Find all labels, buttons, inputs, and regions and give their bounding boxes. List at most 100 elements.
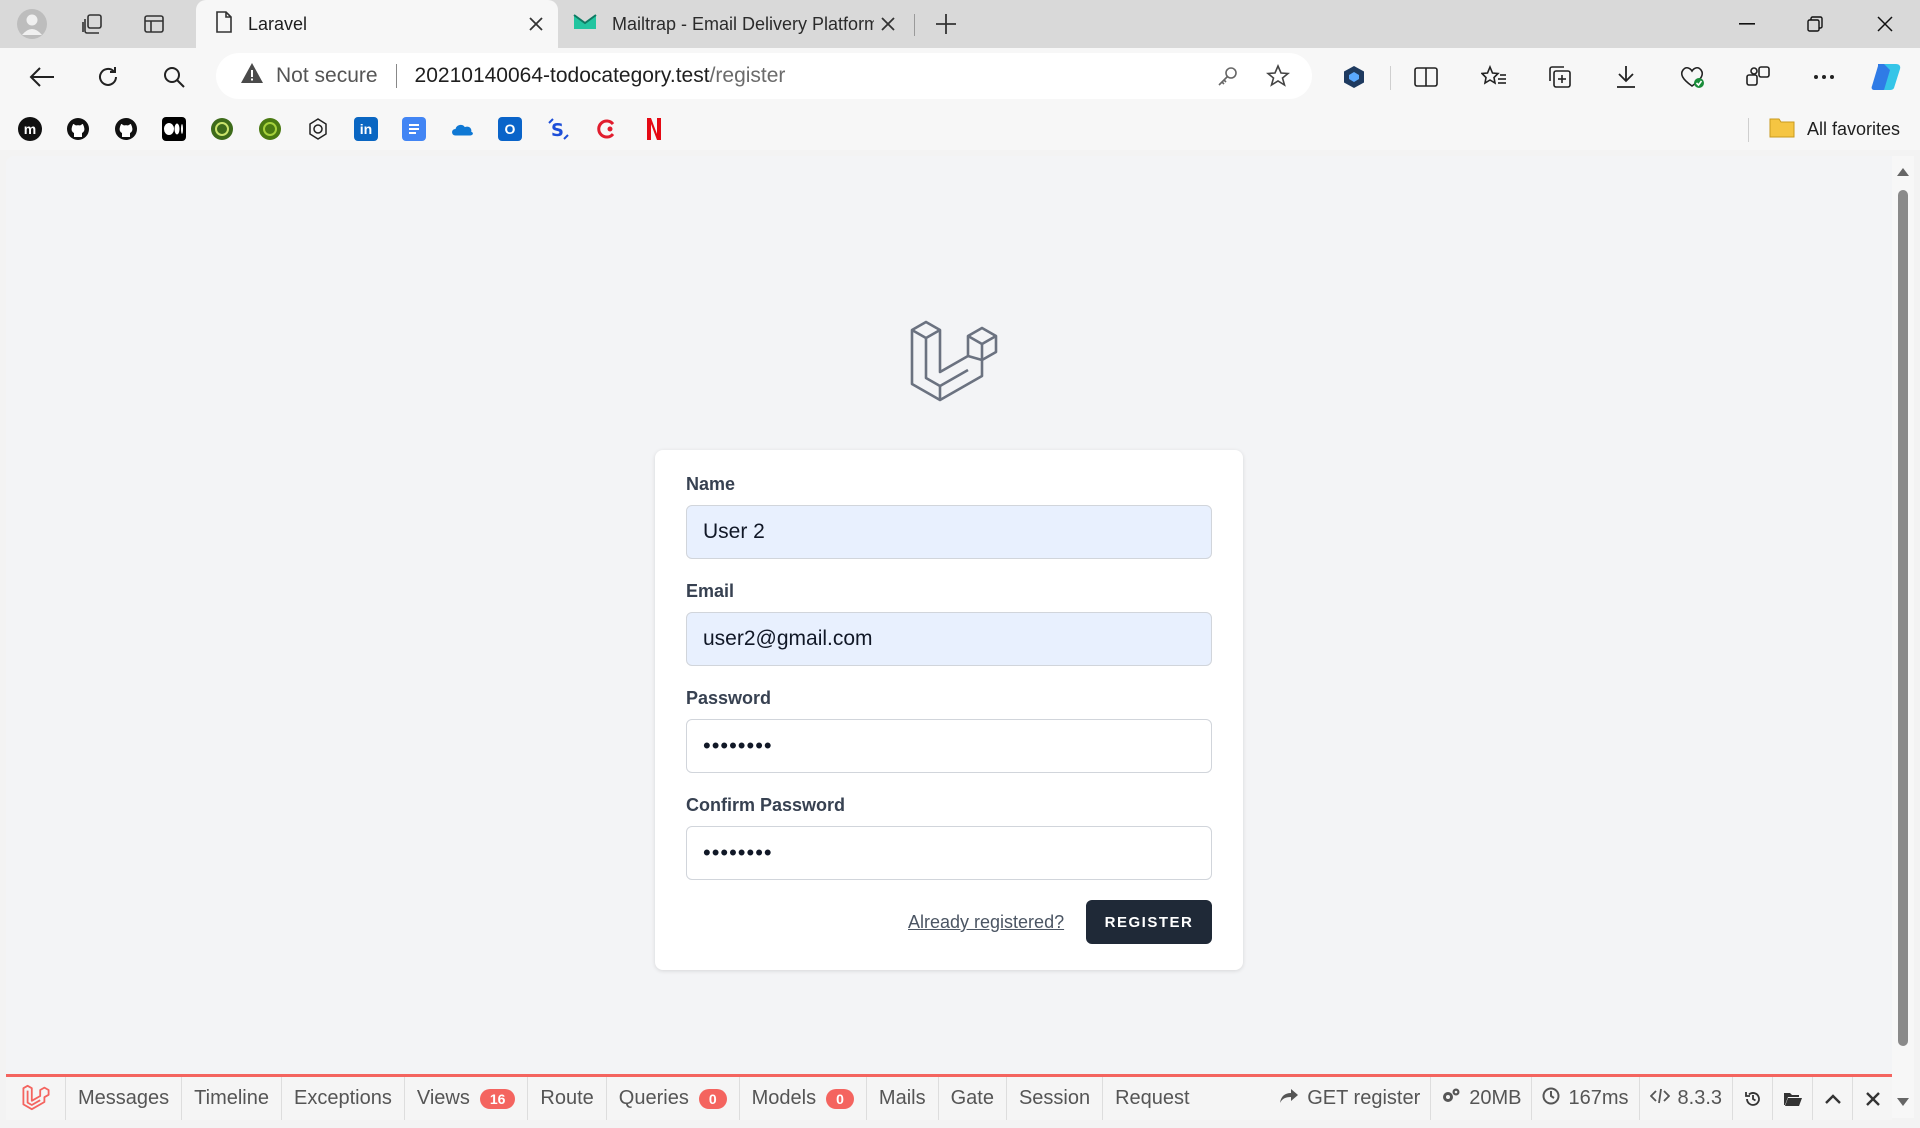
debugbar-tab-label: Request [1115,1087,1190,1109]
all-favorites-button[interactable]: All favorites [1747,116,1900,143]
debugbar-tab-label: Route [540,1087,594,1109]
chatgpt-icon[interactable] [306,117,330,141]
medium-icon[interactable]: m [18,117,42,141]
code-icon [1649,1087,1670,1110]
favorites-bar: m in O S All favorites [0,106,1920,150]
tab-laravel[interactable]: Laravel [196,0,558,48]
password-field[interactable] [686,719,1212,773]
scroll-down-arrow-icon[interactable] [1897,1098,1909,1106]
page-scrollbar[interactable] [1892,156,1914,1118]
address-divider [395,64,397,88]
browser-essentials-icon[interactable] [1674,59,1710,95]
security-label: Not secure [276,64,378,87]
email-field[interactable] [686,612,1212,666]
register-card: Name Email Password Confirm Password Alr… [655,450,1243,970]
svg-text:S: S [551,120,564,141]
restore-icon[interactable] [1782,0,1848,48]
vertical-tabs-icon[interactable] [136,6,172,42]
back-arrow-icon[interactable] [24,59,60,95]
download-icon[interactable] [1608,59,1644,95]
count-badge: 0 [698,1088,727,1109]
scroll-up-arrow-icon[interactable] [1897,168,1909,176]
register-button[interactable]: REGISTER [1086,900,1212,944]
extensions-puzzle-icon[interactable] [1740,59,1776,95]
tab-mailtrap[interactable]: Mailtrap - Email Delivery Platform [562,0,910,48]
debugbar-tab-queries[interactable]: Queries 0 [607,1077,740,1120]
debugbar-tab-mails[interactable]: Mails [867,1077,939,1120]
toolbar-separator [1390,66,1391,90]
tab-title: Mailtrap - Email Delivery Platform [612,13,874,34]
favorite-star-icon[interactable] [1260,58,1296,94]
folder-icon [1769,116,1795,143]
github-icon[interactable] [114,117,138,141]
address-bar[interactable]: Not secure 20210140064-todocategory.test… [216,53,1312,99]
collections-icon[interactable] [1542,59,1578,95]
favorites-separator [1747,117,1749,142]
already-registered-link[interactable]: Already registered? [908,912,1064,933]
debugbar-tab-label: Models [751,1087,817,1109]
debugbar-tab-exceptions[interactable]: Exceptions [282,1077,405,1120]
debugbar-tab-label: Timeline [194,1087,269,1109]
request-label: GET register [1307,1087,1421,1109]
c-icon[interactable] [594,117,618,141]
workspaces-icon[interactable] [74,6,110,42]
debugbar-tab-models[interactable]: Models 0 [740,1077,867,1120]
debugbar-tab-timeline[interactable]: Timeline [182,1077,282,1120]
outlook-icon[interactable]: O [498,117,522,141]
search-icon[interactable] [156,59,192,95]
close-window-icon[interactable] [1852,0,1918,48]
copilot-icon[interactable] [1868,59,1904,95]
close-tab-icon[interactable] [874,10,902,38]
warning-icon[interactable] [240,62,264,90]
debugbar-tab-request[interactable]: Request [1103,1077,1202,1120]
github-icon[interactable] [66,117,90,141]
s-icon[interactable]: S [546,117,570,141]
debugbar-memory: 20MB [1430,1077,1531,1120]
debugbar-time[interactable]: 167ms [1531,1077,1638,1120]
linkedin-icon[interactable]: in [354,117,378,141]
circle-icon[interactable] [258,117,282,141]
close-tab-icon[interactable] [522,10,550,38]
debugbar-tab-views[interactable]: Views 16 [405,1077,529,1120]
debugbar-tab-route[interactable]: Route [528,1077,607,1120]
name-field[interactable] [686,505,1212,559]
docs-icon[interactable] [402,117,426,141]
confirm-password-field[interactable] [686,826,1212,880]
chevron-up-icon[interactable] [1812,1077,1852,1120]
circle-icon[interactable] [210,117,234,141]
time-value: 167ms [1568,1087,1629,1109]
netflix-icon[interactable] [642,117,666,141]
clock-icon [1542,1087,1560,1111]
medium-icon[interactable] [162,117,186,141]
debugbar-tab-gate[interactable]: Gate [939,1077,1007,1120]
open-folder-icon[interactable] [1772,1077,1812,1120]
php-version-value: 8.3.3 [1677,1087,1722,1109]
debugbar-tab-messages[interactable]: Messages [66,1077,183,1120]
scroll-thumb[interactable] [1898,190,1908,1046]
tab-separator [914,14,915,36]
refresh-icon[interactable] [90,59,126,95]
close-debugbar-icon[interactable] [1852,1077,1892,1120]
extension-hexagon-icon[interactable] [1336,59,1372,95]
laravel-logo[interactable] [904,316,1004,416]
history-icon[interactable] [1732,1077,1772,1120]
password-key-icon[interactable] [1210,58,1246,94]
split-screen-icon[interactable] [1408,59,1444,95]
debugbar-laravel-icon[interactable] [6,1077,66,1120]
profile-avatar-icon[interactable] [14,6,50,42]
url-path: /register [709,64,786,87]
favorites-list-icon[interactable] [1476,59,1512,95]
debugbar-request[interactable]: GET register [1269,1077,1430,1120]
debugbar-tab-label: Exceptions [294,1087,392,1109]
count-badge: 0 [826,1088,854,1109]
laravel-debugbar: Messages Timeline Exceptions Views 16 Rou… [6,1074,1892,1120]
gears-icon [1441,1087,1461,1111]
password-label: Password [686,688,772,708]
new-tab-icon[interactable] [928,6,964,42]
more-menu-icon[interactable] [1806,59,1842,95]
debugbar-tab-session[interactable]: Session [1007,1077,1104,1120]
debugbar-tab-label: Gate [950,1087,994,1109]
minimize-icon[interactable] [1714,0,1780,48]
confirm-password-label: Confirm Password [686,795,846,815]
onedrive-icon[interactable] [450,117,474,141]
